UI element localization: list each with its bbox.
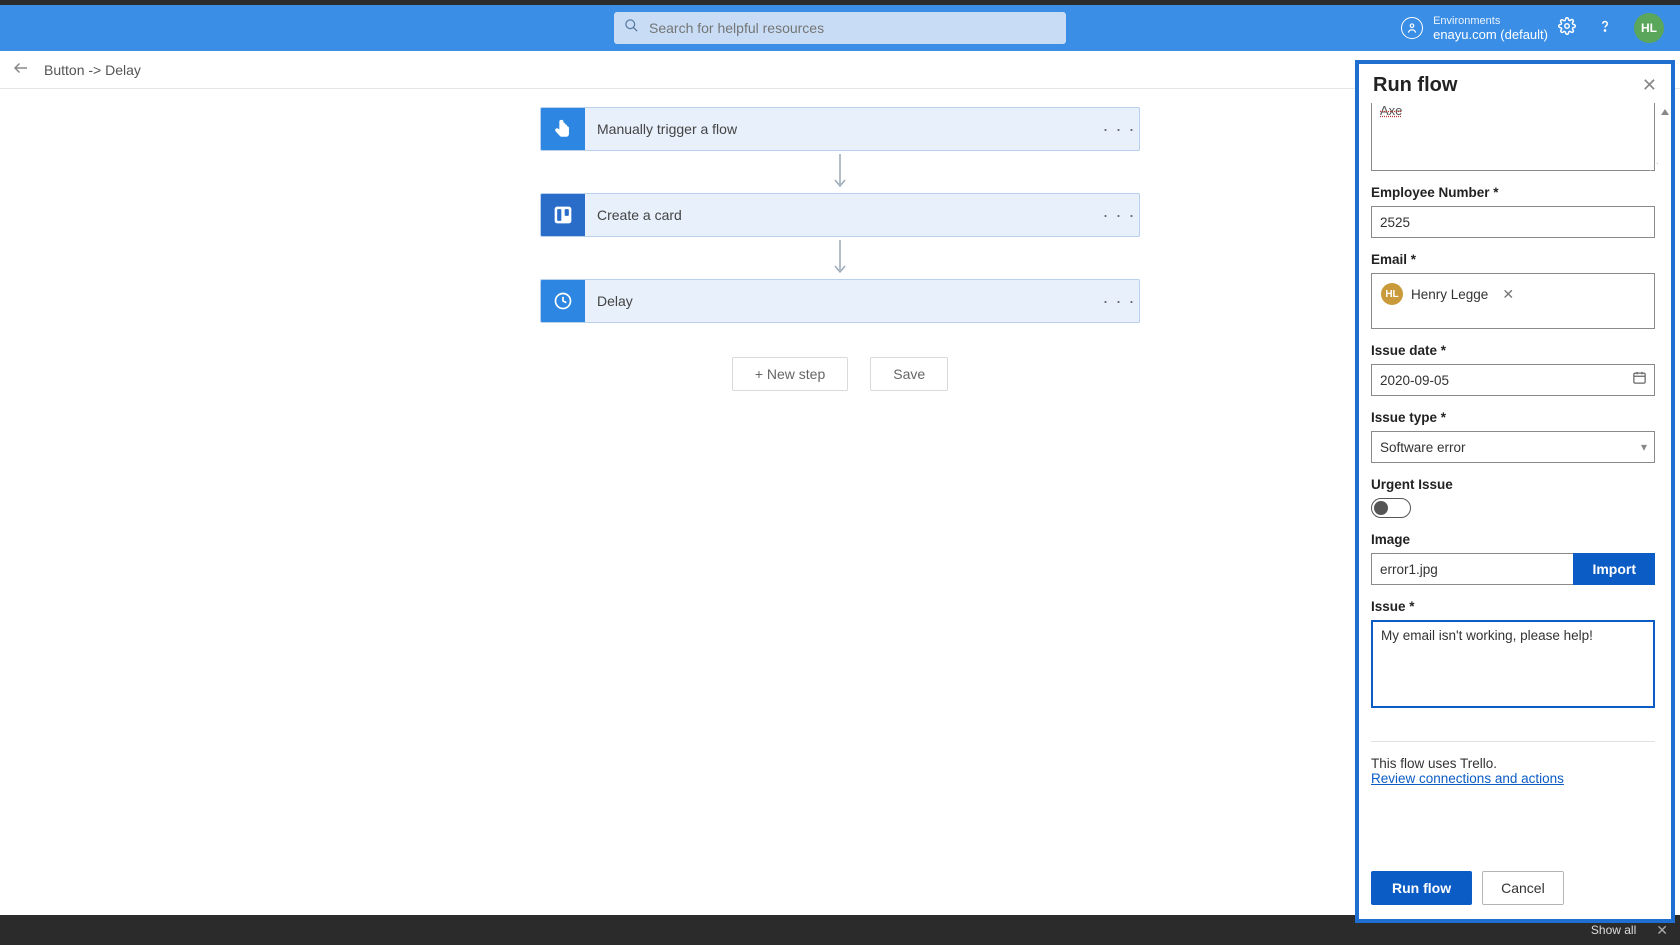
email-chip: HL Henry Legge ✕ <box>1378 280 1520 308</box>
partial-textarea[interactable]: Axe <box>1371 103 1655 171</box>
flow-arrow-icon <box>833 151 847 193</box>
environment-label: Environments <box>1433 14 1548 28</box>
review-connections-link[interactable]: Review connections and actions <box>1371 771 1655 786</box>
issue-type-label: Issue type * <box>1371 410 1655 425</box>
cancel-button[interactable]: Cancel <box>1482 871 1564 905</box>
employee-number-field[interactable] <box>1371 206 1655 238</box>
search-input[interactable] <box>649 20 1056 36</box>
environment-text: Environments enayu.com (default) <box>1433 14 1548 42</box>
urgent-label: Urgent Issue <box>1371 477 1655 492</box>
chip-name: Henry Legge <box>1411 287 1488 302</box>
search-icon <box>624 18 639 38</box>
step-delay[interactable]: Delay · · · <box>540 279 1140 323</box>
issue-date-label: Issue date * <box>1371 343 1655 358</box>
help-icon[interactable] <box>1596 17 1614 40</box>
global-search[interactable] <box>614 12 1066 44</box>
step-trigger[interactable]: Manually trigger a flow · · · <box>540 107 1140 151</box>
step-label: Create a card <box>585 207 1099 223</box>
import-button[interactable]: Import <box>1573 553 1655 585</box>
issue-label: Issue * <box>1371 599 1655 614</box>
run-flow-button[interactable]: Run flow <box>1371 871 1472 905</box>
employee-number-label: Employee Number * <box>1371 185 1655 200</box>
email-label: Email * <box>1371 252 1655 267</box>
image-field[interactable] <box>1371 553 1573 585</box>
close-icon[interactable]: ✕ <box>1656 922 1668 939</box>
step-label: Delay <box>585 293 1099 309</box>
gear-icon[interactable] <box>1558 17 1576 40</box>
back-arrow-icon[interactable] <box>12 59 30 80</box>
chip-remove-icon[interactable]: ✕ <box>1502 286 1514 303</box>
save-button[interactable]: Save <box>870 357 948 391</box>
issue-field[interactable] <box>1371 620 1655 708</box>
resize-handle-icon[interactable]: ⋰ <box>1371 165 1659 171</box>
flow-arrow-icon <box>833 237 847 279</box>
email-field[interactable]: HL Henry Legge ✕ <box>1371 273 1655 329</box>
user-avatar[interactable]: HL <box>1634 13 1664 43</box>
issue-date-field[interactable] <box>1371 364 1655 396</box>
panel-title: Run flow <box>1373 74 1457 97</box>
step-menu-icon[interactable]: · · · <box>1099 291 1139 312</box>
step-menu-icon[interactable]: · · · <box>1099 205 1139 226</box>
run-flow-panel: Run flow ✕ Axe ⋰ Employee Number * Email… <box>1355 60 1675 923</box>
trello-icon <box>541 193 585 237</box>
environment-icon <box>1401 17 1423 39</box>
step-label: Manually trigger a flow <box>585 121 1099 137</box>
panel-body[interactable]: Axe ⋰ Employee Number * Email * HL Henry… <box>1359 103 1671 861</box>
urgent-toggle[interactable] <box>1371 498 1411 518</box>
step-create-card[interactable]: Create a card · · · <box>540 193 1140 237</box>
chip-avatar: HL <box>1381 283 1403 305</box>
close-icon[interactable]: ✕ <box>1642 75 1657 96</box>
app-topbar: Environments enayu.com (default) HL <box>0 5 1680 51</box>
chevron-down-icon: ▾ <box>1641 440 1647 454</box>
flow-uses-text: This flow uses Trello. <box>1371 756 1655 771</box>
image-label: Image <box>1371 532 1655 547</box>
issue-type-select[interactable] <box>1371 431 1655 463</box>
environment-name: enayu.com (default) <box>1433 28 1548 42</box>
show-all-link[interactable]: Show all <box>1591 923 1636 937</box>
breadcrumb-text: Button -> Delay <box>44 62 141 78</box>
clock-icon <box>541 279 585 323</box>
step-menu-icon[interactable]: · · · <box>1099 119 1139 140</box>
calendar-icon[interactable] <box>1632 370 1647 390</box>
environment-picker[interactable]: Environments enayu.com (default) <box>1401 14 1548 42</box>
new-step-button[interactable]: + New step <box>732 357 848 391</box>
hand-tap-icon <box>541 107 585 151</box>
